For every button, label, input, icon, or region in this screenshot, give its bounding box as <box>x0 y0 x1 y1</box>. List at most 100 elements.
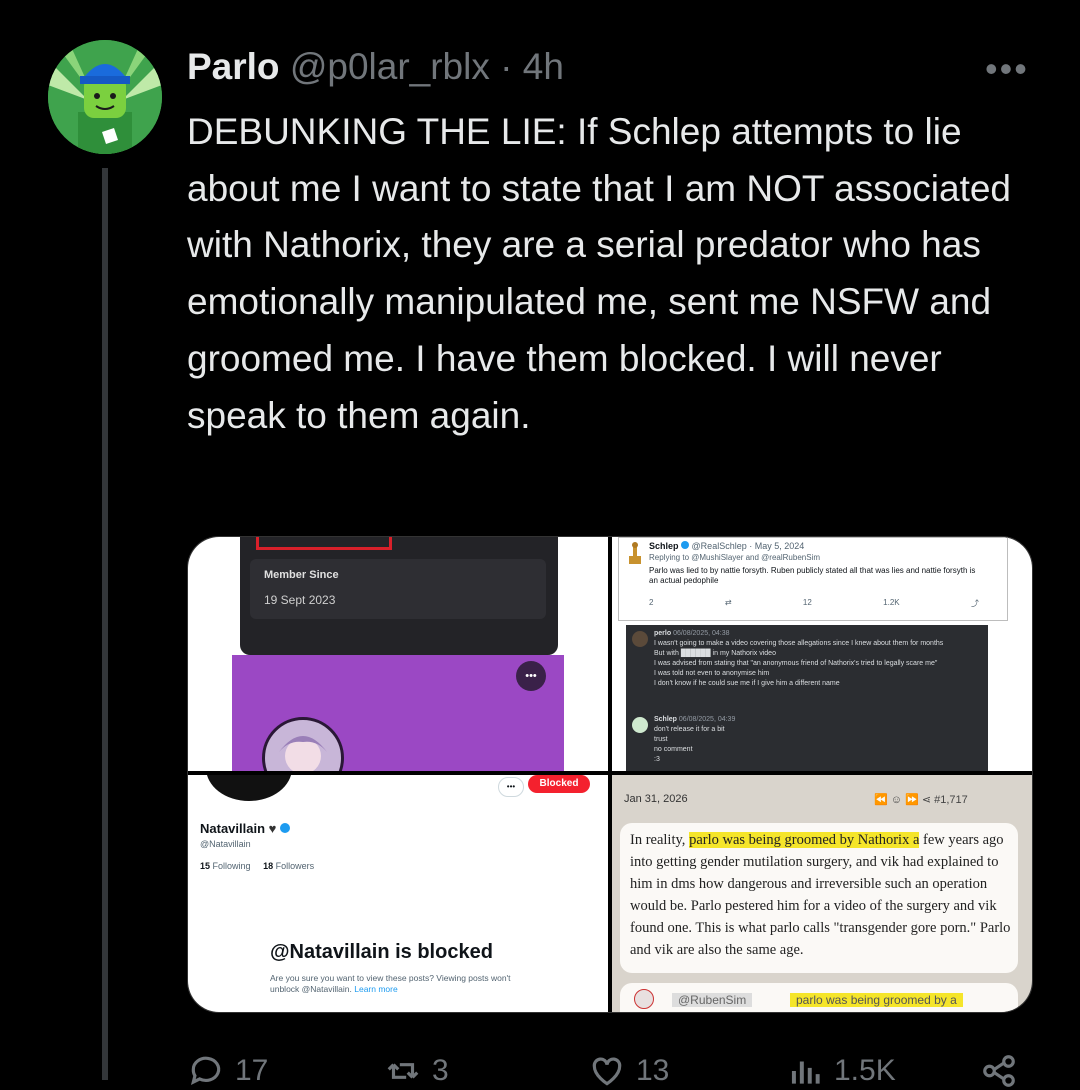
share-icon[interactable]: ⋖ <box>922 794 931 806</box>
post-date: Jan 31, 2026 <box>624 793 688 805</box>
purple-banner: ••• <box>232 655 564 771</box>
share-icon <box>983 1055 1015 1087</box>
retweet-icon <box>387 1063 419 1079</box>
award-icon[interactable]: ☺ <box>891 794 902 806</box>
post-body-box: In reality, parlo was being groomed by N… <box>620 823 1018 973</box>
post-highlight: parlo was being groomed by Nathorix a <box>689 832 920 848</box>
user-handle[interactable]: @p0lar_rblx <box>290 46 490 87</box>
verified-icon <box>280 823 290 833</box>
chat-screenshot: perlo 06/08/2025, 04:38 I wasn't going t… <box>626 625 988 771</box>
media-quoted-tweet[interactable]: Schlep @RealSchlep · May 5, 2024 Replyin… <box>612 537 1032 771</box>
retweet-button[interactable]: 3 <box>384 1052 449 1090</box>
heart-icon: ♥ <box>268 821 277 836</box>
chat-user: Schlep <box>654 716 677 723</box>
media-blocked-profile[interactable]: ••• Blocked Natavillain ♥ @Natavillain 1… <box>188 775 608 1012</box>
quote-user[interactable]: @RubenSim <box>672 993 753 1007</box>
following-label[interactable]: Following <box>213 861 251 871</box>
chat-line: I don't know if he could sue me if I giv… <box>654 680 840 687</box>
media-profile-card[interactable]: Member Since 19 Sept 2023 ••• <box>188 537 608 771</box>
blocked-profile-handle: @Natavillain <box>200 839 251 849</box>
timestamp[interactable]: 4h <box>523 46 564 87</box>
chat-avatar-perlo <box>632 631 648 647</box>
views-chart-icon <box>791 1061 820 1084</box>
chat-message-schlep: Schlep 06/08/2025, 04:39 don't release i… <box>654 715 735 765</box>
post-text-before: In reality, <box>630 832 690 848</box>
chat-time: 06/08/2025, 04:38 <box>673 630 730 637</box>
views-stat: 1.2K <box>883 598 900 607</box>
retweet-count: 3 <box>432 1054 449 1087</box>
chat-line: I was told not even to anonymise him <box>654 670 770 677</box>
like-count: 13 <box>636 1054 670 1087</box>
followers-label[interactable]: Followers <box>276 861 315 871</box>
reply-button[interactable]: 17 <box>187 1052 268 1090</box>
tweet-text: DEBUNKING THE LIE: If Schlep attempts to… <box>187 111 1012 436</box>
like-button[interactable]: 13 <box>588 1052 669 1090</box>
blocked-profile-avatar <box>206 775 292 801</box>
quote-avatar <box>634 989 654 1009</box>
chat-time: 06/08/2025, 04:39 <box>678 716 736 723</box>
chat-message-perlo: perlo 06/08/2025, 04:38 I wasn't going t… <box>654 629 943 689</box>
follow-counts: 15 Following 18 Followers <box>200 861 314 871</box>
post-number[interactable]: #1,717 <box>934 794 968 806</box>
replying-to: Replying to @MushiSlayer and @realRubenS… <box>649 553 820 562</box>
media-grid[interactable]: Member Since 19 Sept 2023 ••• Schlep @Re <box>187 536 1033 1013</box>
more-icon[interactable]: ••• <box>516 661 546 691</box>
red-outline <box>256 537 392 550</box>
member-since-box: Member Since 19 Sept 2023 <box>250 559 546 619</box>
thread-line <box>102 168 108 1080</box>
blocked-profile-name-row: Natavillain ♥ <box>200 821 290 836</box>
quoted-tweet-card: Schlep @RealSchlep · May 5, 2024 Replyin… <box>618 537 1008 621</box>
forward-icon[interactable]: ⏩ <box>905 794 919 806</box>
blocked-profile-name: Natavillain <box>200 821 266 836</box>
reply-count: 17 <box>235 1054 269 1087</box>
post-text: In reality, parlo was being groomed by N… <box>630 829 1012 961</box>
quoted-post-box: @RubenSim parlo was being groomed by a <box>620 983 1018 1012</box>
chat-user: perlo <box>654 630 672 637</box>
views-count: 1.5K <box>834 1054 896 1087</box>
learn-more-link[interactable]: Learn more <box>354 984 397 994</box>
blocked-badge[interactable]: Blocked <box>528 775 590 793</box>
avatar[interactable] <box>48 40 162 154</box>
heart-icon <box>592 1057 622 1086</box>
more-options-icon[interactable]: ••• <box>985 48 1029 90</box>
verified-icon <box>681 541 690 549</box>
tweet-header: Parlo @p0lar_rblx · 4h <box>187 44 564 90</box>
chat-line: trust <box>654 736 668 743</box>
chat-line: no comment <box>654 746 693 753</box>
member-since-label: Member Since <box>264 569 339 581</box>
dark-card: Member Since 19 Sept 2023 <box>240 537 558 655</box>
separator-dot: · <box>500 46 513 87</box>
chat-line: don't release it for a bit <box>654 726 725 733</box>
anime-avatar-image <box>279 736 327 771</box>
quoted-body: Parlo was lied to by nattie forsyth. Rub… <box>649 566 976 585</box>
followers-count[interactable]: 18 <box>263 861 273 871</box>
chat-avatar-schlep <box>632 717 648 733</box>
post-tools: ⏪ ☺ ⏩ ⋖ #1,717 <box>874 793 968 806</box>
reply-icon <box>190 1056 221 1086</box>
chat-line: I wasn't going to make a video covering … <box>654 640 944 647</box>
chat-line: But with ██████ in my Nathorix video <box>654 650 776 657</box>
member-since-value: 19 Sept 2023 <box>264 593 336 607</box>
rewind-icon[interactable]: ⏪ <box>874 794 888 806</box>
retweet-stat-icon: ⇄ <box>724 598 732 607</box>
display-name[interactable]: Parlo <box>187 46 280 87</box>
quoted-handle: @RealSchlep <box>691 541 747 551</box>
media-forum-post[interactable]: Jan 31, 2026 ⏪ ☺ ⏩ ⋖ #1,717 In reality, … <box>612 775 1032 1012</box>
grid-divider-h <box>188 771 1032 775</box>
like-stat: 12 <box>802 598 812 607</box>
quoted-stats: 2 ⇄ 12 1.2K ⤴ <box>649 598 979 609</box>
reply-stat: 2 <box>649 598 654 607</box>
more-icon[interactable]: ••• <box>498 777 524 797</box>
quote-highlight: parlo was being groomed by a <box>790 993 963 1007</box>
views-button[interactable]: 1.5K <box>786 1052 896 1090</box>
chat-line: I was advised from stating that "an anon… <box>654 660 938 667</box>
quoted-author: Schlep <box>649 541 679 551</box>
post-text-after: few years ago into getting gender mutila… <box>630 832 1011 958</box>
blocked-subtext: Are you sure you want to view these post… <box>270 973 530 995</box>
avatar-image <box>48 40 162 154</box>
bookmark-share-icon: ⤴ <box>970 599 979 608</box>
chat-line: :3 <box>654 756 660 763</box>
quoted-date: · May 5, 2024 <box>749 541 805 551</box>
share-button[interactable] <box>980 1052 1018 1090</box>
following-count[interactable]: 15 <box>200 861 210 871</box>
